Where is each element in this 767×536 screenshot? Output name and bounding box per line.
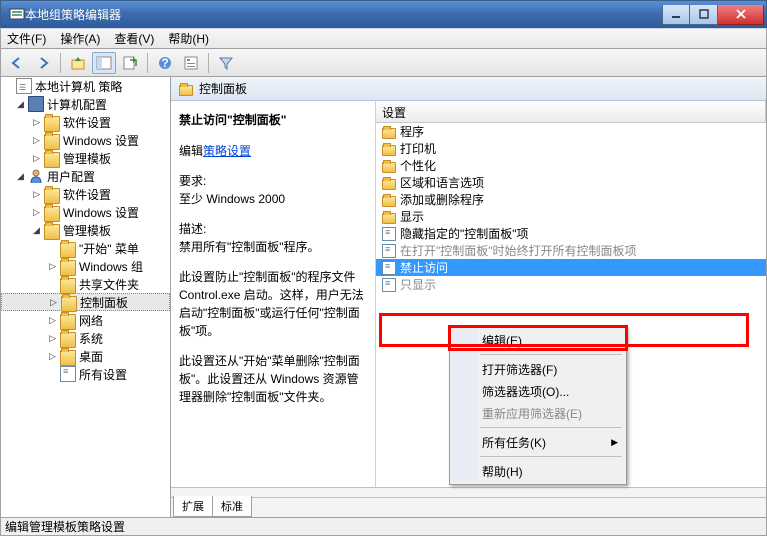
tree-all-settings[interactable]: 所有设置 — [1, 365, 170, 383]
toolbar: ? — [0, 49, 767, 77]
back-button[interactable] — [5, 52, 29, 74]
status-bar: 编辑管理模板策略设置 — [0, 518, 767, 536]
maximize-button[interactable] — [690, 5, 718, 25]
list-item-forbid-access[interactable]: 禁止访问 — [376, 259, 766, 276]
window-title: 本地组策略编辑器 — [25, 6, 662, 23]
ctx-filter-options[interactable]: 筛选器选项(O)... — [452, 380, 624, 402]
export-button[interactable] — [118, 52, 142, 74]
tree-user-config[interactable]: ◢用户配置 — [1, 167, 170, 185]
tree-control-panel[interactable]: ▷控制面板 — [1, 293, 170, 311]
forward-button[interactable] — [31, 52, 55, 74]
list-item-programs[interactable]: 程序 — [376, 123, 766, 140]
list-item-always-open[interactable]: 在打开"控制面板"时始终打开所有控制面板项 — [376, 242, 766, 259]
edit-prefix: 编辑 — [179, 144, 203, 158]
tab-extended[interactable]: 扩展 — [173, 496, 213, 517]
folder-icon — [179, 85, 193, 96]
tree-c-admin[interactable]: ▷管理模板 — [1, 149, 170, 167]
description-1: 禁用所有"控制面板"程序。 — [179, 240, 320, 254]
properties-button[interactable] — [179, 52, 203, 74]
tree-c-windows[interactable]: ▷Windows 设置 — [1, 131, 170, 149]
tree-u-windows[interactable]: ▷Windows 设置 — [1, 203, 170, 221]
tree-desktop[interactable]: ▷桌面 — [1, 347, 170, 365]
tree-system[interactable]: ▷系统 — [1, 329, 170, 347]
tree-computer-config[interactable]: ◢计算机配置 — [1, 95, 170, 113]
ctx-all-tasks[interactable]: 所有任务(K)▶ — [452, 431, 624, 453]
requirement-value: 至少 Windows 2000 — [179, 192, 285, 206]
ctx-reapply-filter: 重新应用筛选器(E) — [452, 402, 624, 424]
status-text: 编辑管理模板策略设置 — [5, 518, 125, 535]
list-item-add-remove[interactable]: 添加或删除程序 — [376, 191, 766, 208]
list-item-personalization[interactable]: 个性化 — [376, 157, 766, 174]
main-area: 本地计算机 策略 ◢计算机配置 ▷软件设置 ▷Windows 设置 ▷管理模板 … — [0, 77, 767, 518]
list-item-display[interactable]: 显示 — [376, 208, 766, 225]
requirement-label: 要求: — [179, 174, 206, 188]
submenu-arrow-icon: ▶ — [611, 437, 618, 448]
menu-help[interactable]: 帮助(H) — [168, 30, 209, 47]
menu-file[interactable]: 文件(F) — [7, 30, 46, 47]
tree-panel: 本地计算机 策略 ◢计算机配置 ▷软件设置 ▷Windows 设置 ▷管理模板 … — [1, 77, 171, 517]
edit-policy-link[interactable]: 策略设置 — [203, 144, 251, 158]
settings-header-cell[interactable]: 设置 — [376, 101, 766, 122]
list-item-region[interactable]: 区域和语言选项 — [376, 174, 766, 191]
tree-shared-folders[interactable]: 共享文件夹 — [1, 275, 170, 293]
window-titlebar: 本地组策略编辑器 — [0, 0, 767, 28]
content-title: 控制面板 — [199, 80, 247, 97]
list-item-hide[interactable]: 隐藏指定的"控制面板"项 — [376, 225, 766, 242]
policy-title: 禁止访问"控制面板" — [179, 111, 367, 128]
tree-start-menu[interactable]: "开始" 菜单 — [1, 239, 170, 257]
detail-column: 禁止访问"控制面板" 编辑策略设置 要求: 至少 Windows 2000 描述:… — [171, 101, 376, 487]
content-header: 控制面板 — [171, 77, 766, 101]
tree-windows-comp[interactable]: ▷Windows 组 — [1, 257, 170, 275]
description-label: 描述: — [179, 222, 206, 236]
minimize-button[interactable] — [662, 5, 690, 25]
tree-toggle-button[interactable] — [92, 52, 116, 74]
settings-header: 设置 — [376, 101, 766, 123]
content-tabs: 扩展 标准 — [171, 497, 766, 517]
ctx-edit[interactable]: 编辑(E) — [452, 329, 624, 351]
ctx-filter-on[interactable]: 打开筛选器(F) — [452, 358, 624, 380]
menu-bar: 文件(F) 操作(A) 查看(V) 帮助(H) — [0, 28, 767, 49]
context-menu: 编辑(E) 打开筛选器(F) 筛选器选项(O)... 重新应用筛选器(E) 所有… — [449, 326, 627, 485]
svg-text:?: ? — [161, 56, 168, 70]
tab-standard[interactable]: 标准 — [212, 496, 252, 517]
ctx-help[interactable]: 帮助(H) — [452, 460, 624, 482]
description-3: 此设置还从"开始"菜单删除"控制面板"。此设置还从 Windows 资源管理器删… — [179, 352, 367, 406]
list-item-only-show[interactable]: 只显示 — [376, 276, 766, 293]
tree-u-admin[interactable]: ◢管理模板 — [1, 221, 170, 239]
filter-button[interactable] — [214, 52, 238, 74]
tree-network[interactable]: ▷网络 — [1, 311, 170, 329]
help-button[interactable]: ? — [153, 52, 177, 74]
app-icon — [9, 7, 25, 23]
description-2: 此设置防止"控制面板"的程序文件 Control.exe 启动。这样，用户无法启… — [179, 268, 367, 340]
tree-u-software[interactable]: ▷软件设置 — [1, 185, 170, 203]
close-button[interactable] — [718, 5, 764, 25]
menu-action[interactable]: 操作(A) — [60, 30, 100, 47]
up-button[interactable] — [66, 52, 90, 74]
content-panel: 控制面板 禁止访问"控制面板" 编辑策略设置 要求: 至少 Windows 200… — [171, 77, 766, 517]
tree-c-software[interactable]: ▷软件设置 — [1, 113, 170, 131]
tree-root[interactable]: 本地计算机 策略 — [1, 77, 170, 95]
menu-view[interactable]: 查看(V) — [114, 30, 154, 47]
list-item-printers[interactable]: 打印机 — [376, 140, 766, 157]
